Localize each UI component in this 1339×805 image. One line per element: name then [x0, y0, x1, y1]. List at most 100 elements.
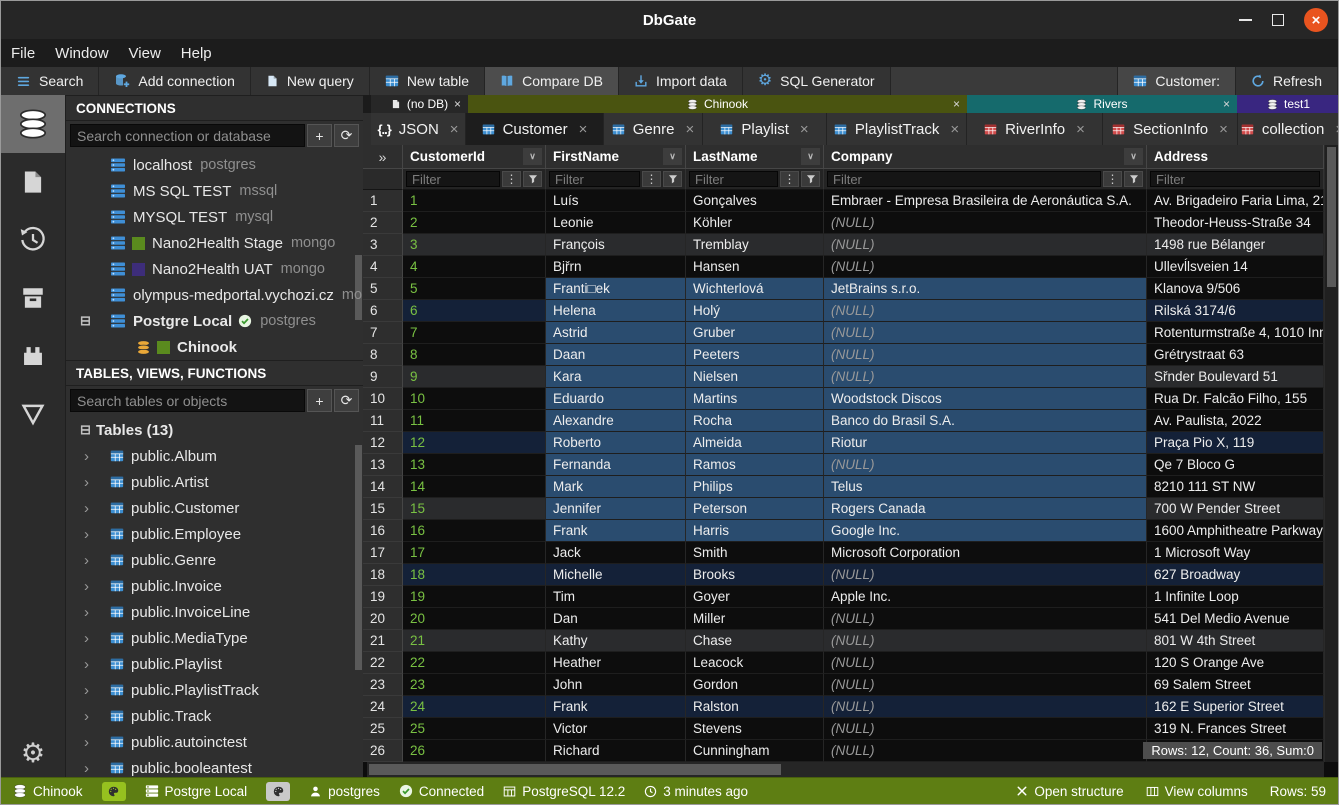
grid-cell-lastname[interactable]: Gordon [686, 674, 824, 696]
grid-cell-firstname[interactable]: Jennifer [546, 498, 686, 520]
row-number[interactable]: 1 [363, 190, 403, 212]
close-button[interactable]: × [1304, 8, 1328, 32]
close-icon[interactable]: × [450, 121, 459, 138]
filter-input[interactable] [549, 171, 640, 187]
row-number[interactable]: 12 [363, 432, 403, 454]
grid-cell-company[interactable]: Rogers Canada [824, 498, 1147, 520]
row-number[interactable]: 13 [363, 454, 403, 476]
row-number[interactable]: 24 [363, 696, 403, 718]
row-number[interactable]: 14 [363, 476, 403, 498]
table-tab[interactable]: SectionInfo × [1103, 113, 1238, 145]
grid-cell-customerid[interactable]: 3 [403, 234, 546, 256]
close-icon[interactable]: × [1335, 121, 1338, 138]
filter-input[interactable] [406, 171, 500, 187]
theme-chip-green[interactable] [102, 782, 126, 801]
row-number[interactable]: 8 [363, 344, 403, 366]
row-number[interactable]: 5 [363, 278, 403, 300]
grid-cell-company[interactable]: Microsoft Corporation [824, 542, 1147, 564]
row-number[interactable]: 17 [363, 542, 403, 564]
table-item[interactable]: › public.autoinctest [66, 729, 363, 755]
grid-cell-customerid[interactable]: 2 [403, 212, 546, 234]
chevron-right-icon[interactable]: › [84, 604, 89, 621]
grid-cell-customerid[interactable]: 5 [403, 278, 546, 300]
column-dropdown-icon[interactable]: ∨ [1124, 148, 1143, 165]
column-header[interactable]: Address [1147, 145, 1324, 169]
grid-cell-firstname[interactable]: Dan [546, 608, 686, 630]
scrollbar-thumb[interactable] [369, 764, 781, 775]
menu-file[interactable]: File [11, 45, 46, 62]
connection-item[interactable]: MYSQL TEST mysql [66, 204, 363, 230]
table-item[interactable]: › public.Track [66, 703, 363, 729]
grid-cell-lastname[interactable]: Peeters [686, 344, 824, 366]
grid-cell-company[interactable]: Embraer - Empresa Brasileira de Aeronáut… [824, 190, 1147, 212]
grid-cell-address[interactable]: 1 Infinite Loop [1147, 586, 1324, 608]
table-tab[interactable]: collection × [1238, 113, 1338, 145]
grid-cell-address[interactable]: Sřnder Boulevard 51 [1147, 366, 1324, 388]
grid-cell-firstname[interactable]: Luís [546, 190, 686, 212]
grid-cell-lastname[interactable]: Wichterlová [686, 278, 824, 300]
rail-filter-button[interactable] [1, 385, 65, 443]
settings-gear-icon[interactable]: ⚙ [21, 740, 45, 767]
chevron-right-icon[interactable]: › [84, 474, 89, 491]
new-table-button[interactable]: New table [370, 67, 485, 95]
grid-cell-company[interactable]: Google Inc. [824, 520, 1147, 542]
compare-db-button[interactable]: Compare DB [485, 67, 619, 95]
row-number[interactable]: 6 [363, 300, 403, 322]
filter-menu-icon[interactable]: ⋮ [1103, 171, 1122, 187]
scrollbar-thumb[interactable] [1327, 147, 1336, 287]
row-number[interactable]: 19 [363, 586, 403, 608]
table-tab[interactable]: RiverInfo × [967, 113, 1103, 145]
maximize-button[interactable] [1272, 14, 1284, 26]
grid-cell-address[interactable]: 8210 111 ST NW [1147, 476, 1324, 498]
grid-cell-firstname[interactable]: Leonie [546, 212, 686, 234]
row-number[interactable]: 3 [363, 234, 403, 256]
database-group-tab[interactable]: (no DB) × [371, 95, 468, 113]
grid-cell-customerid[interactable]: 19 [403, 586, 546, 608]
grid-cell-customerid[interactable]: 8 [403, 344, 546, 366]
connection-item[interactable]: Nano2Health UAT mongo [66, 256, 363, 282]
connection-item[interactable]: MS SQL TEST mssql [66, 178, 363, 204]
grid-cell-lastname[interactable]: Stevens [686, 718, 824, 740]
connection-item[interactable]: olympus-medportal.vychozi.cz mongo [66, 282, 363, 308]
title-bar[interactable]: DbGate × [1, 1, 1338, 39]
horizontal-scrollbar[interactable] [367, 762, 1324, 777]
table-item[interactable]: › public.Playlist [66, 651, 363, 677]
filter-input[interactable] [1150, 171, 1320, 187]
theme-chip-gray[interactable] [266, 782, 290, 801]
grid-cell-address[interactable]: 1498 rue Bélanger [1147, 234, 1324, 256]
grid-cell-address[interactable]: 319 N. Frances Street [1147, 718, 1324, 740]
grid-cell-firstname[interactable]: François [546, 234, 686, 256]
grid-cell-lastname[interactable]: Nielsen [686, 366, 824, 388]
grid-cell-customerid[interactable]: 26 [403, 740, 546, 762]
filter-input[interactable] [689, 171, 778, 187]
context-table-button[interactable]: Customer: [1117, 67, 1236, 95]
search-button[interactable]: Search [1, 67, 99, 95]
grid-cell-customerid[interactable]: 4 [403, 256, 546, 278]
grid-cell-address[interactable]: Rilská 3174/6 [1147, 300, 1324, 322]
grid-cell-lastname[interactable]: Hansen [686, 256, 824, 278]
grid-cell-lastname[interactable]: Ramos [686, 454, 824, 476]
funnel-icon[interactable] [663, 171, 682, 187]
grid-cell-lastname[interactable]: Peterson [686, 498, 824, 520]
grid-cell-firstname[interactable]: Bjřrn [546, 256, 686, 278]
database-group-tab[interactable]: Chinook × [468, 95, 967, 113]
row-number[interactable]: 26 [363, 740, 403, 762]
grid-cell-address[interactable]: 1600 Amphitheatre Parkway [1147, 520, 1324, 542]
database-group-tab[interactable]: test1 [1237, 95, 1338, 113]
close-icon[interactable]: × [454, 97, 461, 111]
grid-cell-firstname[interactable]: Jack [546, 542, 686, 564]
close-icon[interactable]: × [1219, 121, 1228, 138]
grid-cell-address[interactable]: 700 W Pender Street [1147, 498, 1324, 520]
grid-cell-address[interactable]: 627 Broadway [1147, 564, 1324, 586]
rail-files-button[interactable] [1, 153, 65, 211]
grid-cell-customerid[interactable]: 12 [403, 432, 546, 454]
rail-plugins-button[interactable] [1, 327, 65, 385]
grid-cell-company[interactable]: (NULL) [824, 564, 1147, 586]
grid-cell-lastname[interactable]: Chase [686, 630, 824, 652]
grid-cell-firstname[interactable]: Franti□ek [546, 278, 686, 300]
table-tab[interactable]: {..} JSON × [371, 113, 466, 145]
close-icon[interactable]: × [1076, 121, 1085, 138]
rail-history-button[interactable] [1, 211, 65, 269]
table-tab[interactable]: Playlist × [703, 113, 827, 145]
rail-archive-button[interactable] [1, 269, 65, 327]
